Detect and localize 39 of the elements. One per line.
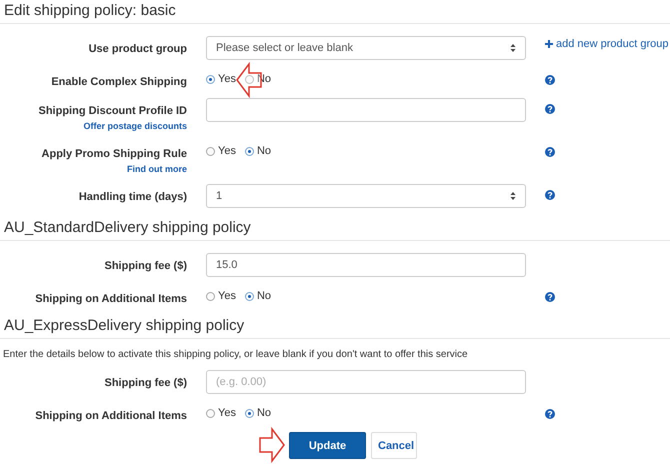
section-heading: AU_StandardDelivery shipping policy: [0, 217, 670, 241]
help-link[interactable]: Offer postage discounts: [83, 120, 187, 132]
field-label: Shipping Discount Profile ID: [38, 104, 187, 118]
radio-option[interactable]: No: [244, 290, 272, 302]
field-label: Shipping fee ($): [104, 259, 187, 273]
help-icon[interactable]: [545, 190, 555, 200]
field-label: Handling time (days): [78, 190, 187, 204]
field-label: Shipping fee ($): [104, 376, 187, 390]
caret-icon: [510, 191, 516, 201]
add-group-link[interactable]: add new product group: [545, 38, 669, 50]
help-icon[interactable]: [545, 75, 555, 85]
help-link[interactable]: Find out more: [127, 163, 187, 175]
field-label: Shipping on Additional Items: [35, 292, 187, 306]
field-label: Enable Complex Shipping: [51, 75, 187, 89]
input-field[interactable]: 15.0: [206, 253, 526, 277]
input-field[interactable]: [206, 98, 526, 122]
plus-icon: [545, 40, 553, 48]
select-dropdown[interactable]: Please select or leave blank: [206, 36, 526, 60]
select-dropdown[interactable]: 1: [206, 184, 526, 208]
update-button[interactable]: Update: [289, 432, 366, 459]
cancel-button[interactable]: Cancel: [371, 432, 417, 459]
help-icon[interactable]: [545, 292, 555, 302]
radio-option[interactable]: Yes: [206, 407, 236, 419]
field-label: Shipping on Additional Items: [35, 409, 187, 423]
field-label: Use product group: [88, 42, 187, 56]
help-icon[interactable]: [545, 147, 555, 157]
radio-option[interactable]: No: [244, 145, 272, 157]
help-icon[interactable]: [545, 409, 555, 419]
field-label: Apply Promo Shipping Rule: [42, 147, 187, 161]
input-field[interactable]: (e.g. 0.00): [206, 370, 526, 394]
section-note: Enter the details below to activate this shipping policy, or leave blank if you don't want to offer this service: [3, 349, 469, 360]
radio-option[interactable]: Yes: [206, 290, 236, 302]
radio-option[interactable]: Yes: [206, 73, 236, 85]
radio-option[interactable]: Yes: [206, 145, 236, 157]
radio-option[interactable]: No: [244, 407, 272, 419]
section-heading: Edit shipping policy: basic: [0, 0, 670, 24]
caret-icon: [510, 43, 516, 53]
section-heading: AU_ExpressDelivery shipping policy: [0, 315, 670, 339]
help-icon[interactable]: [545, 104, 555, 114]
